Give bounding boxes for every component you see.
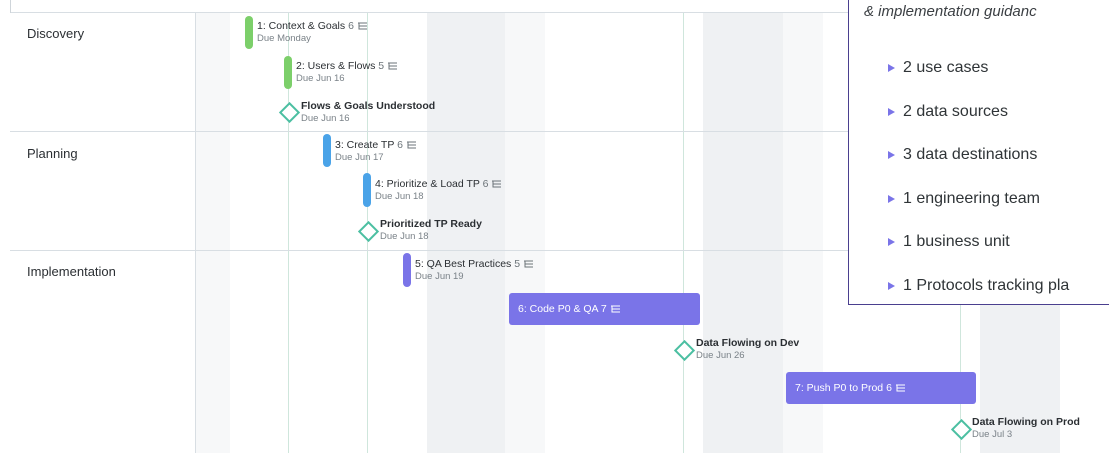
task-create-tp[interactable]: 3: Create TP 6 Due Jun 17 bbox=[335, 139, 417, 163]
phase-label-planning[interactable]: Planning bbox=[27, 146, 78, 161]
list-item-text: 1 engineering team bbox=[903, 189, 1040, 207]
subtask-count: 7 bbox=[600, 303, 607, 315]
bullet-triangle-icon bbox=[888, 281, 895, 290]
task-due-date: Due Jun 19 bbox=[415, 270, 464, 282]
subtasks-icon bbox=[492, 180, 502, 188]
list-item-text: 2 use cases bbox=[903, 59, 989, 76]
list-item-text: 3 data destinations bbox=[903, 146, 1038, 163]
milestone-due-date: Due Jun 26 bbox=[696, 349, 745, 361]
subtasks-icon bbox=[388, 62, 398, 70]
task-title: 3: Create TP bbox=[335, 139, 395, 151]
task-bar-push-p0-prod[interactable]: 7: Push P0 to Prod 6 bbox=[786, 372, 976, 404]
milestone-due-date: Due Jun 18 bbox=[380, 230, 429, 242]
milestone-title: Data Flowing on Prod bbox=[972, 416, 1080, 428]
bullet-triangle-icon bbox=[888, 107, 895, 116]
subtask-count: 5 bbox=[378, 60, 385, 72]
scope-overlay-panel: & implementation guidanc 2 use cases 2 d… bbox=[848, 0, 1109, 305]
subtask-count: 6 bbox=[397, 139, 403, 151]
subtask-count: 6 bbox=[482, 178, 489, 190]
task-bar-code-p0-qa[interactable]: 6: Code P0 & QA 7 bbox=[509, 293, 700, 325]
phase-label-discovery[interactable]: Discovery bbox=[27, 26, 84, 41]
weekend-column bbox=[195, 13, 230, 453]
phase-label-implementation[interactable]: Implementation bbox=[27, 264, 116, 279]
milestone-title: Flows & Goals Understood bbox=[301, 100, 436, 112]
task-due-date: Due Monday bbox=[257, 32, 311, 44]
milestone-prioritized-tp[interactable]: Prioritized TP Ready Due Jun 18 bbox=[380, 218, 482, 242]
subtask-count: 5 bbox=[514, 258, 521, 270]
task-prioritize-load-tp[interactable]: 4: Prioritize & Load TP 6 Due Jun 18 bbox=[375, 178, 502, 202]
milestone-flows-goals[interactable]: Flows & Goals Understood Due Jun 16 bbox=[301, 100, 435, 124]
milestone-title: Prioritized TP Ready bbox=[380, 218, 482, 230]
task-context-goals[interactable]: 1: Context & Goals 6 Due Monday bbox=[257, 20, 368, 44]
milestone-due-date: Due Jul 3 bbox=[972, 428, 1013, 440]
task-users-flows[interactable]: 2: Users & Flows 5 Due Jun 16 bbox=[296, 60, 398, 84]
weekend-column bbox=[505, 13, 545, 453]
task-bar-qa-best-practices[interactable] bbox=[403, 253, 411, 287]
task-due-date: Due Jun 17 bbox=[335, 151, 384, 163]
weekend-column bbox=[703, 13, 783, 453]
bullet-triangle-icon bbox=[888, 194, 895, 203]
list-item-text: 2 data sources bbox=[903, 102, 1008, 120]
task-title: 4: Prioritize & Load TP bbox=[375, 178, 480, 190]
date-gridline bbox=[683, 13, 684, 453]
panel-subtitle: & implementation guidanc bbox=[864, 3, 1037, 20]
task-qa-best-practices[interactable]: 5: QA Best Practices 5 Due Jun 19 bbox=[415, 258, 534, 282]
bullet-triangle-icon bbox=[888, 151, 895, 159]
subtasks-icon bbox=[406, 141, 416, 149]
subtasks-icon bbox=[610, 305, 620, 313]
bullet-triangle-icon bbox=[888, 64, 895, 72]
milestone-data-flowing-dev[interactable]: Data Flowing on Dev Due Jun 26 bbox=[696, 337, 799, 361]
task-due-date: Due Jun 18 bbox=[375, 190, 424, 202]
subtask-count: 6 bbox=[348, 20, 354, 32]
task-due-date: Due Jun 16 bbox=[296, 72, 345, 84]
task-bar-create-tp[interactable] bbox=[323, 134, 331, 167]
task-title: 5: QA Best Practices bbox=[415, 258, 512, 270]
task-title: 7: Push P0 to Prod bbox=[795, 382, 884, 394]
milestone-data-flowing-prod[interactable]: Data Flowing on Prod Due Jul 3 bbox=[972, 416, 1080, 440]
task-title: 2: Users & Flows bbox=[296, 60, 376, 72]
task-title: 6: Code P0 & QA bbox=[518, 303, 598, 315]
milestone-title: Data Flowing on Dev bbox=[696, 337, 800, 349]
milestone-due-date: Due Jun 16 bbox=[301, 112, 350, 124]
task-bar-users-flows[interactable] bbox=[284, 56, 292, 89]
subtasks-icon bbox=[357, 22, 367, 30]
task-bar-context-goals[interactable] bbox=[245, 16, 253, 49]
subtasks-icon bbox=[524, 260, 534, 268]
subtask-count: 6 bbox=[886, 382, 892, 394]
task-title: 1: Context & Goals bbox=[257, 20, 346, 32]
bullet-triangle-icon bbox=[888, 238, 895, 246]
task-bar-prioritize-load-tp[interactable] bbox=[363, 173, 371, 207]
list-item-text: 1 Protocols tracking pla bbox=[903, 276, 1070, 294]
phase-column bbox=[10, 13, 196, 453]
list-item-text: 1 business unit bbox=[903, 233, 1010, 250]
subtasks-icon bbox=[895, 384, 905, 392]
